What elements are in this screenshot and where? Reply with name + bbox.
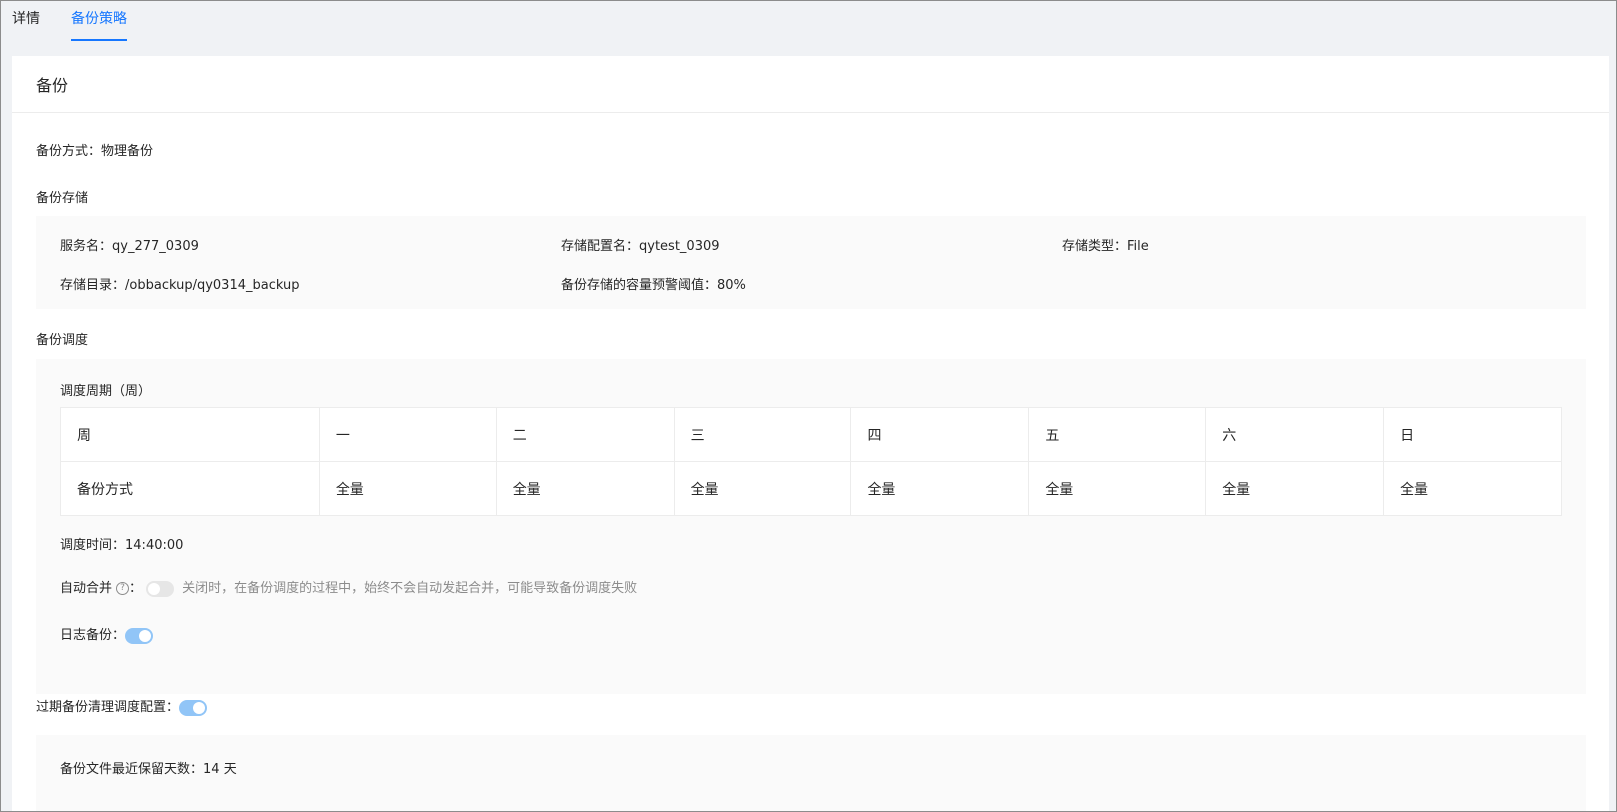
toggle-knob bbox=[148, 582, 161, 595]
auto-merge-row: 自动合并?： 关闭时，在备份调度的过程中，始终不会自动发起合并，可能导致备份调度… bbox=[60, 580, 637, 598]
table-cell: 全量 bbox=[1205, 461, 1385, 516]
cleanup-toggle[interactable] bbox=[179, 699, 208, 716]
storage-directory: 存储目录：/obbackup/qy0314_backup bbox=[60, 274, 299, 293]
table-cell: 全量 bbox=[673, 461, 852, 516]
retention-days-label: 备份文件最近保留天数： bbox=[60, 762, 204, 777]
schedule-cycle-title: 调度周期（周） bbox=[60, 384, 152, 399]
schedule-time: 调度时间：14:40:00 bbox=[60, 534, 183, 553]
storage-directory-value: /obbackup/qy0314_backup bbox=[125, 278, 300, 293]
storage-type-value: File bbox=[1127, 239, 1149, 254]
storage-section-title: 备份存储 bbox=[36, 191, 89, 206]
capacity-threshold-label: 备份存储的容量预警阈值： bbox=[561, 278, 718, 293]
cleanup-label: 过期备份清理调度配置： bbox=[36, 700, 180, 715]
auto-merge-hint: 关闭时，在备份调度的过程中，始终不会自动发起合并，可能导致备份调度失败 bbox=[182, 581, 638, 596]
retention-days: 备份文件最近保留天数：14 天 bbox=[60, 758, 237, 777]
capacity-threshold-value: 80% bbox=[717, 278, 746, 293]
table-cell: 一 bbox=[318, 407, 497, 462]
table-cell: 五 bbox=[1028, 407, 1207, 462]
service-name-value: qy_277_0309 bbox=[112, 239, 199, 254]
toggle-knob bbox=[139, 629, 152, 642]
backup-method-label: 备份方式： bbox=[36, 144, 102, 159]
service-name: 服务名：qy_277_0309 bbox=[60, 235, 199, 254]
table-row: 周 一 二 三 四 五 六 日 bbox=[60, 407, 1562, 462]
auto-merge-label: 自动合并 bbox=[60, 581, 113, 596]
backup-method-value: 物理备份 bbox=[101, 144, 154, 159]
storage-config-name: 存储配置名：qytest_0309 bbox=[561, 235, 720, 254]
table-cell: 全量 bbox=[850, 461, 1030, 516]
table-cell: 全量 bbox=[1383, 461, 1562, 516]
card-title: 备份 bbox=[12, 56, 1609, 113]
cleanup-panel: 备份文件最近保留天数：14 天 bbox=[36, 735, 1586, 811]
storage-directory-label: 存储目录： bbox=[60, 278, 126, 293]
auto-merge-colon: ： bbox=[129, 581, 143, 596]
table-cell: 全量 bbox=[495, 461, 675, 516]
backup-card: 备份 备份方式：物理备份 备份存储 服务名：qy_277_0309 存储配置名：… bbox=[12, 56, 1609, 811]
table-cell: 三 bbox=[673, 407, 852, 462]
retention-days-value: 14 天 bbox=[203, 762, 237, 777]
schedule-time-value: 14:40:00 bbox=[125, 538, 184, 553]
schedule-table: 周 一 二 三 四 五 六 日 备份方式 全量 全量 全量 全量 全量 全量 全… bbox=[60, 407, 1562, 516]
table-cell: 二 bbox=[495, 407, 675, 462]
tab-details[interactable]: 详情 bbox=[12, 9, 40, 41]
page-frame: 详情 备份策略 备份 备份方式：物理备份 备份存储 服务名：qy_277_030… bbox=[0, 0, 1617, 812]
schedule-section-title: 备份调度 bbox=[36, 333, 89, 348]
tab-backup-policy[interactable]: 备份策略 bbox=[71, 9, 127, 41]
storage-type-label: 存储类型： bbox=[1062, 239, 1128, 254]
log-backup-row: 日志备份： bbox=[60, 627, 154, 645]
table-cell: 日 bbox=[1383, 407, 1562, 462]
auto-merge-toggle[interactable] bbox=[146, 580, 175, 597]
help-circle-icon[interactable]: ? bbox=[116, 582, 130, 595]
toggle-knob bbox=[193, 701, 206, 714]
schedule-panel: 调度周期（周） 周 一 二 三 四 五 六 日 备份方式 全量 全量 全量 全量… bbox=[36, 359, 1586, 694]
log-backup-toggle[interactable] bbox=[125, 627, 154, 644]
table-cell: 备份方式 bbox=[60, 461, 320, 516]
table-cell: 六 bbox=[1205, 407, 1385, 462]
tab-bar: 详情 备份策略 bbox=[1, 1, 1616, 41]
service-name-label: 服务名： bbox=[60, 239, 113, 254]
capacity-threshold: 备份存储的容量预警阈值：80% bbox=[561, 274, 746, 293]
storage-config-name-label: 存储配置名： bbox=[561, 239, 640, 254]
log-backup-label: 日志备份： bbox=[60, 628, 126, 643]
table-cell: 四 bbox=[850, 407, 1030, 462]
table-cell: 周 bbox=[60, 407, 320, 462]
table-cell: 全量 bbox=[1028, 461, 1207, 516]
storage-type: 存储类型：File bbox=[1062, 235, 1149, 254]
backup-method: 备份方式：物理备份 bbox=[36, 140, 153, 159]
table-row: 备份方式 全量 全量 全量 全量 全量 全量 全量 bbox=[60, 461, 1562, 516]
cleanup-row: 过期备份清理调度配置： bbox=[36, 699, 208, 717]
storage-panel: 服务名：qy_277_0309 存储配置名：qytest_0309 存储类型：F… bbox=[36, 216, 1586, 309]
storage-config-name-value: qytest_0309 bbox=[639, 239, 720, 254]
schedule-time-label: 调度时间： bbox=[60, 538, 126, 553]
table-cell: 全量 bbox=[318, 461, 497, 516]
